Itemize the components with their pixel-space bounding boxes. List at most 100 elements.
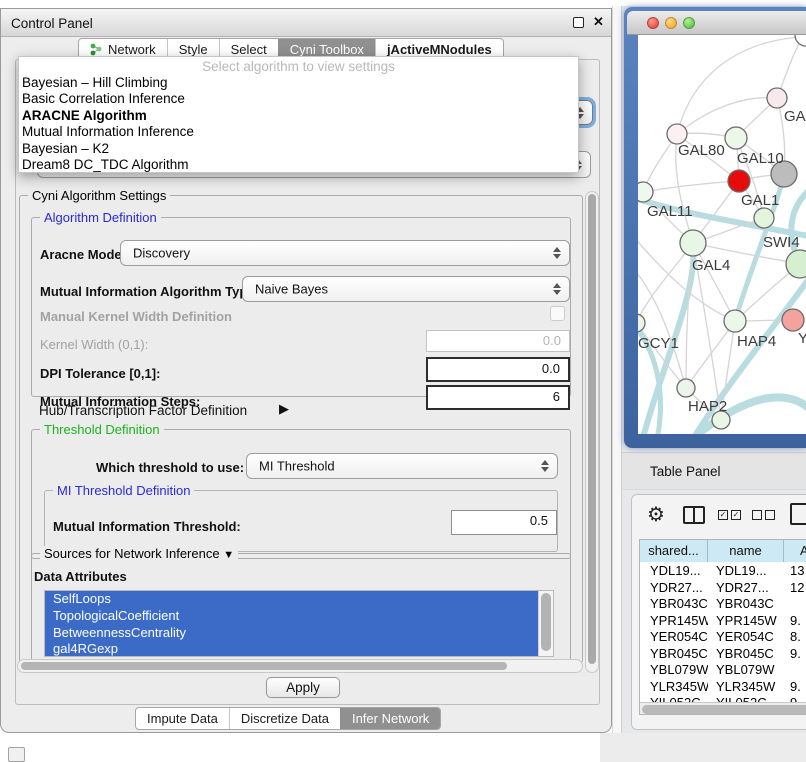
- hub-definition-label[interactable]: Hub/Transcription Factor Definition: [39, 403, 247, 418]
- aracne-mode-label: Aracne Mode:: [40, 247, 126, 262]
- tab-impute-data[interactable]: Impute Data: [136, 708, 229, 729]
- node-gal80[interactable]: [667, 124, 687, 144]
- apply-button[interactable]: Apply: [266, 677, 340, 698]
- combobox-stepper-icon: [553, 283, 561, 295]
- minimize-window-icon[interactable]: [665, 17, 677, 29]
- svg-text:GAL1: GAL1: [741, 192, 779, 209]
- new-table-icon[interactable]: [790, 503, 806, 525]
- node-gal10[interactable]: [725, 127, 747, 149]
- mi-threshold-group-title: MI Threshold Definition: [53, 483, 194, 498]
- zoom-window-icon[interactable]: [683, 17, 695, 29]
- deselect-all-columns-icon[interactable]: [752, 510, 775, 520]
- table-panel-titlebar: Table Panel: [622, 452, 806, 490]
- svg-text:GAL10: GAL10: [737, 150, 784, 167]
- which-threshold-label: Which threshold to use:: [96, 460, 244, 475]
- tab-network-label: Network: [108, 42, 156, 57]
- table-row[interactable]: YBL079W YBL079W: [640, 662, 806, 679]
- column-header-shared-name[interactable]: shared...: [640, 540, 708, 562]
- gear-icon[interactable]: ⚙: [647, 502, 665, 527]
- network-icon: [90, 43, 103, 56]
- dpi-tolerance-input[interactable]: 0.0: [426, 357, 570, 382]
- column-header-clipped[interactable]: A: [784, 540, 806, 562]
- list-vertical-scrollbar[interactable]: [538, 591, 553, 656]
- settings-horizontal-scrollbar[interactable]: [17, 659, 583, 673]
- network-view-window[interactable]: GAL GAL80 GAL10 GAL1 GAL11 SWI4 GAL4 GCY…: [624, 7, 806, 448]
- list-item[interactable]: SelfLoops: [45, 591, 538, 608]
- svg-text:GAL: GAL: [784, 108, 806, 125]
- algorithm-dropdown-popup: Select algorithm to view settings Bayesi…: [18, 56, 579, 173]
- node-gcy1[interactable]: [638, 314, 645, 332]
- node-gal11[interactable]: [638, 182, 653, 202]
- algorithm-option[interactable]: Bayesian – Hill Climbing: [19, 75, 578, 91]
- node-red-selected[interactable]: [728, 170, 750, 192]
- close-panel-icon[interactable]: ✕: [593, 14, 604, 30]
- svg-text:HAP4: HAP4: [737, 333, 776, 350]
- svg-text:GAL80: GAL80: [678, 142, 725, 159]
- table-row[interactable]: YBR045C YBR045C 9.: [640, 646, 806, 663]
- float-panel-icon[interactable]: [573, 17, 584, 28]
- algorithm-option-selected[interactable]: ARACNE Algorithm: [19, 108, 578, 124]
- close-window-icon[interactable]: [647, 17, 659, 29]
- threshold-definition-title: Threshold Definition: [40, 422, 164, 437]
- algorithm-option[interactable]: Dream8 DC_TDC Algorithm: [19, 157, 578, 173]
- dpi-tolerance-label: DPI Tolerance [0,1]:: [40, 366, 160, 381]
- control-panel-titlebar[interactable]: Control Panel ✕: [1, 9, 611, 37]
- algorithm-definition-title: Algorithm Definition: [40, 210, 161, 225]
- mi-threshold-input[interactable]: 0.5: [451, 510, 557, 535]
- settings-vertical-scrollbar[interactable]: [585, 191, 599, 673]
- mi-threshold-group: MI Threshold Definition Mutual Informati…: [44, 490, 558, 552]
- node-green-mid[interactable]: [754, 208, 774, 228]
- list-item[interactable]: TopologicalCoefficient: [45, 608, 538, 625]
- network-canvas[interactable]: GAL GAL80 GAL10 GAL1 GAL11 SWI4 GAL4 GCY…: [638, 35, 806, 434]
- collapse-down-icon[interactable]: ▼: [223, 549, 234, 561]
- combobox-stepper-icon: [553, 247, 561, 259]
- sources-group: Sources for Network Inference ▼ Data Att…: [31, 553, 571, 665]
- cyni-algorithm-settings-title: Cyni Algorithm Settings: [28, 188, 170, 203]
- node-top-partial[interactable]: [795, 35, 806, 46]
- table-row[interactable]: YDL19... YDL19... 13: [640, 563, 806, 580]
- collapse-right-icon[interactable]: ▶: [279, 401, 289, 417]
- mi-algorithm-type-combobox[interactable]: Naive Bayes: [242, 276, 570, 302]
- table-row[interactable]: YER054C YER054C 8.: [640, 629, 806, 646]
- table-horizontal-scrollbar[interactable]: [640, 702, 806, 715]
- node-salmon[interactable]: [782, 309, 804, 331]
- mi-steps-input[interactable]: 6: [426, 385, 570, 410]
- kernel-width-input[interactable]: 0.0: [426, 330, 570, 352]
- algorithm-option[interactable]: Mutual Information Inference: [19, 124, 578, 140]
- aracne-mode-combobox[interactable]: Discovery: [120, 240, 570, 266]
- sources-group-title[interactable]: Sources for Network Inference ▼: [40, 546, 238, 561]
- splitpane-divider[interactable]: [612, 6, 622, 733]
- control-panel-title: Control Panel: [11, 16, 93, 31]
- algorithm-option[interactable]: Bayesian – K2: [19, 141, 578, 157]
- minimized-panel-icon[interactable]: [8, 747, 25, 762]
- select-all-columns-icon[interactable]: ✓ ✓: [718, 510, 741, 520]
- network-graph: GAL GAL80 GAL10 GAL1 GAL11 SWI4 GAL4 GCY…: [638, 35, 806, 434]
- split-columns-icon[interactable]: [683, 506, 705, 524]
- table-row[interactable]: YDR27... YDR27... 12: [640, 580, 806, 597]
- table-row[interactable]: YLR345W YLR345W 9.: [640, 679, 806, 696]
- algorithm-option[interactable]: Basic Correlation Inference: [19, 91, 578, 107]
- kernel-width-label: Kernel Width (0,1):: [40, 337, 148, 352]
- tab-discretize-data[interactable]: Discretize Data: [229, 708, 340, 729]
- node-gal4[interactable]: [680, 230, 706, 256]
- column-header-name[interactable]: name: [708, 540, 784, 562]
- table-row[interactable]: YPR145W YPR145W 9.: [640, 613, 806, 630]
- data-attributes-label: Data Attributes: [34, 569, 127, 584]
- tab-infer-network[interactable]: Infer Network: [340, 708, 440, 729]
- mi-algorithm-type-label: Mutual Information Algorithm Type:: [40, 284, 259, 299]
- node-hap4[interactable]: [724, 310, 746, 332]
- which-threshold-combobox[interactable]: MI Threshold: [246, 453, 558, 479]
- algorithm-popup-hint: Select algorithm to view settings: [19, 59, 578, 75]
- list-item[interactable]: BetweennessCentrality: [45, 625, 538, 642]
- settings-scroll-region: Cyni Algorithm Settings Algorithm Defini…: [17, 187, 600, 675]
- table-row[interactable]: YBR043C YBR043C: [640, 596, 806, 613]
- node-hap2[interactable]: [677, 379, 695, 397]
- threshold-definition-group: Threshold Definition Which threshold to …: [31, 429, 571, 559]
- list-item[interactable]: gal4RGexp: [45, 641, 538, 657]
- manual-kernel-width-checkbox[interactable]: [550, 306, 565, 321]
- algorithm-definition-group: Algorithm Definition Aracne Mode: Discov…: [31, 217, 571, 397]
- network-window-titlebar[interactable]: [627, 11, 806, 35]
- manual-kernel-width-label: Manual Kernel Width Definition: [40, 309, 232, 324]
- data-attributes-list[interactable]: SelfLoops TopologicalCoefficient Between…: [44, 590, 554, 657]
- node-gal-pink[interactable]: [767, 88, 787, 108]
